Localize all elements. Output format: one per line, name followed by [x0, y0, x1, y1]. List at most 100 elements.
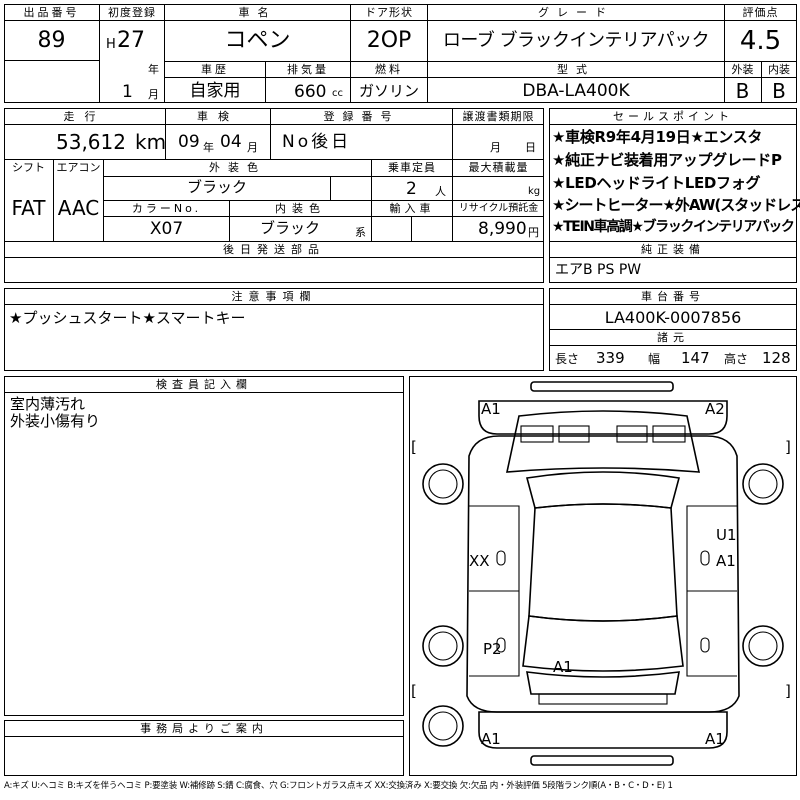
insp-year-unit: 年	[203, 141, 214, 154]
ext-score: B	[735, 79, 750, 103]
selling-point-2: ★純正ナビ装着用アップグレードP	[552, 151, 782, 169]
height-label: 高さ	[724, 352, 749, 366]
grade-label: グレード	[538, 6, 614, 19]
bracket-open-fl: [	[411, 438, 417, 456]
int-score: B	[772, 79, 786, 103]
length-label: 長さ	[555, 352, 580, 366]
plate-label: 登録番号	[323, 110, 400, 123]
fuel-label: 燃料	[375, 63, 403, 76]
office-label: 事務局よりご案内	[140, 722, 268, 735]
car-name-label: 車名	[238, 6, 277, 19]
door-value: 2OP	[366, 28, 412, 53]
import-label: 輸入車	[389, 202, 435, 215]
mark-rear-left: P2	[483, 640, 502, 658]
later-parts-label: 後日発送部品	[223, 243, 325, 256]
cc-unit: cc	[332, 88, 343, 99]
plate-value: No後日	[282, 132, 352, 152]
mileage-value: 53,612	[56, 130, 126, 154]
mark-trunk: A1	[553, 658, 573, 676]
mark-right-door-a: A1	[716, 552, 736, 570]
km-unit: km	[135, 130, 167, 154]
color-no-label: カラーNo.	[131, 202, 202, 215]
int-score-label: 内装	[768, 63, 790, 76]
ext-score-label: 外装	[731, 63, 754, 76]
selling-points-label: セールスポイント	[613, 110, 733, 123]
insp-year: 09	[178, 132, 200, 152]
capacity-value: 2	[406, 179, 417, 199]
shift-label: シフト	[12, 161, 45, 174]
lot-label: 出品番号	[23, 6, 80, 19]
width-label: 幅	[648, 352, 661, 366]
month-unit: 月	[148, 88, 159, 101]
lot-value: 89	[37, 28, 66, 53]
mileage-label: 走行	[63, 110, 106, 123]
int-color-value: ブラック	[259, 219, 320, 237]
inspector-line-1: 室内薄汚れ	[10, 395, 86, 413]
mark-left-door: XX	[469, 552, 490, 570]
equipment-value: エアB PS PW	[555, 262, 642, 278]
ac-value: AAC	[57, 196, 100, 220]
year-unit: 年	[148, 63, 159, 76]
car-name: コペン	[224, 28, 291, 53]
load-unit: kg	[528, 186, 541, 197]
chassis-value: LA400K-0007856	[604, 308, 742, 327]
selling-point-5: ★TEIN車高調★ブラックインテリアパック	[552, 219, 795, 235]
era: H	[106, 37, 116, 52]
load-label: 最大積載量	[468, 161, 529, 174]
first-reg-month: 1	[122, 82, 133, 102]
door-label: ドア形状	[365, 6, 413, 19]
ext-color-value: ブラック	[186, 178, 247, 196]
recycle-value: 8,990	[478, 219, 527, 239]
mark-rear-bumper-left: A1	[481, 730, 501, 748]
score-label: 評価点	[742, 6, 779, 19]
recycle-label: リサイクル預託金	[458, 203, 539, 214]
capacity-unit: 人	[435, 185, 446, 198]
mark-front-left: A1	[481, 400, 501, 418]
bracket-close-fr: ]	[785, 438, 791, 456]
legend: A:キズ U:ヘコミ B:キズを伴うヘコミ P:要塗装 W:補修跡 S:錆 C:…	[4, 781, 673, 791]
ext-color-label: 外装色	[209, 161, 266, 174]
int-color-unit: 系	[355, 226, 366, 239]
inspector-line-2: 外装小傷有り	[10, 412, 101, 430]
bracket-open-rl: [	[411, 682, 417, 700]
inspection-label: 車検	[197, 110, 239, 123]
fuel-value: ガソリン	[358, 82, 419, 100]
specs-label: 諸元	[657, 331, 689, 344]
selling-point-4: ★シートヒーター★外AW(スタッドレス)	[552, 196, 800, 214]
color-no-value: X07	[149, 219, 184, 239]
model-label: 型式	[557, 63, 595, 76]
transfer-day: 日	[525, 141, 536, 154]
transfer-label: 譲渡書類期限	[462, 110, 535, 123]
grade-value: ローブ ブラックインテリアパック	[442, 30, 710, 51]
length-value: 339	[596, 349, 625, 367]
notes-label: 注意事項欄	[231, 290, 317, 303]
capacity-label: 乗車定員	[388, 161, 436, 174]
transfer-month: 月	[490, 141, 501, 154]
mark-right-door-u: U1	[716, 526, 737, 544]
displacement-value: 660	[294, 82, 327, 102]
car-diagram: [ ] [ ] A1 A2 XX U1 A1 P2 A1 A1 A1	[411, 381, 791, 766]
score-value: 4.5	[739, 26, 782, 56]
notes-value: ★プッシュスタート★スマートキー	[9, 309, 246, 327]
insp-month: 04	[220, 132, 242, 152]
selling-point-1: ★車検R9年4月19日★エンスタ	[552, 128, 763, 146]
displacement-label: 排気量	[287, 63, 329, 76]
bracket-close-rr: ]	[785, 682, 791, 700]
chassis-label: 車台番号	[641, 290, 705, 303]
first-reg-year: 27	[117, 28, 145, 53]
first-reg-label: 初度登録	[108, 6, 156, 19]
model-value: DBA-LA400K	[522, 81, 630, 101]
mark-front-right: A2	[705, 400, 725, 418]
ac-label: エアコン	[56, 161, 101, 174]
inspector-label: 検査員記入欄	[156, 378, 252, 391]
insp-month-unit: 月	[247, 141, 258, 154]
selling-point-3: ★LEDヘッドライトLEDフォグ	[552, 174, 761, 192]
int-color-label: 内装色	[275, 202, 326, 215]
mark-rear-bumper-right: A1	[705, 730, 725, 748]
history-value: 自家用	[189, 81, 241, 101]
history-label: 車歴	[201, 63, 229, 76]
yen-unit: 円	[528, 226, 539, 239]
equipment-label: 純正装備	[641, 243, 705, 256]
height-value: 128	[762, 349, 791, 367]
width-value: 147	[681, 349, 710, 367]
